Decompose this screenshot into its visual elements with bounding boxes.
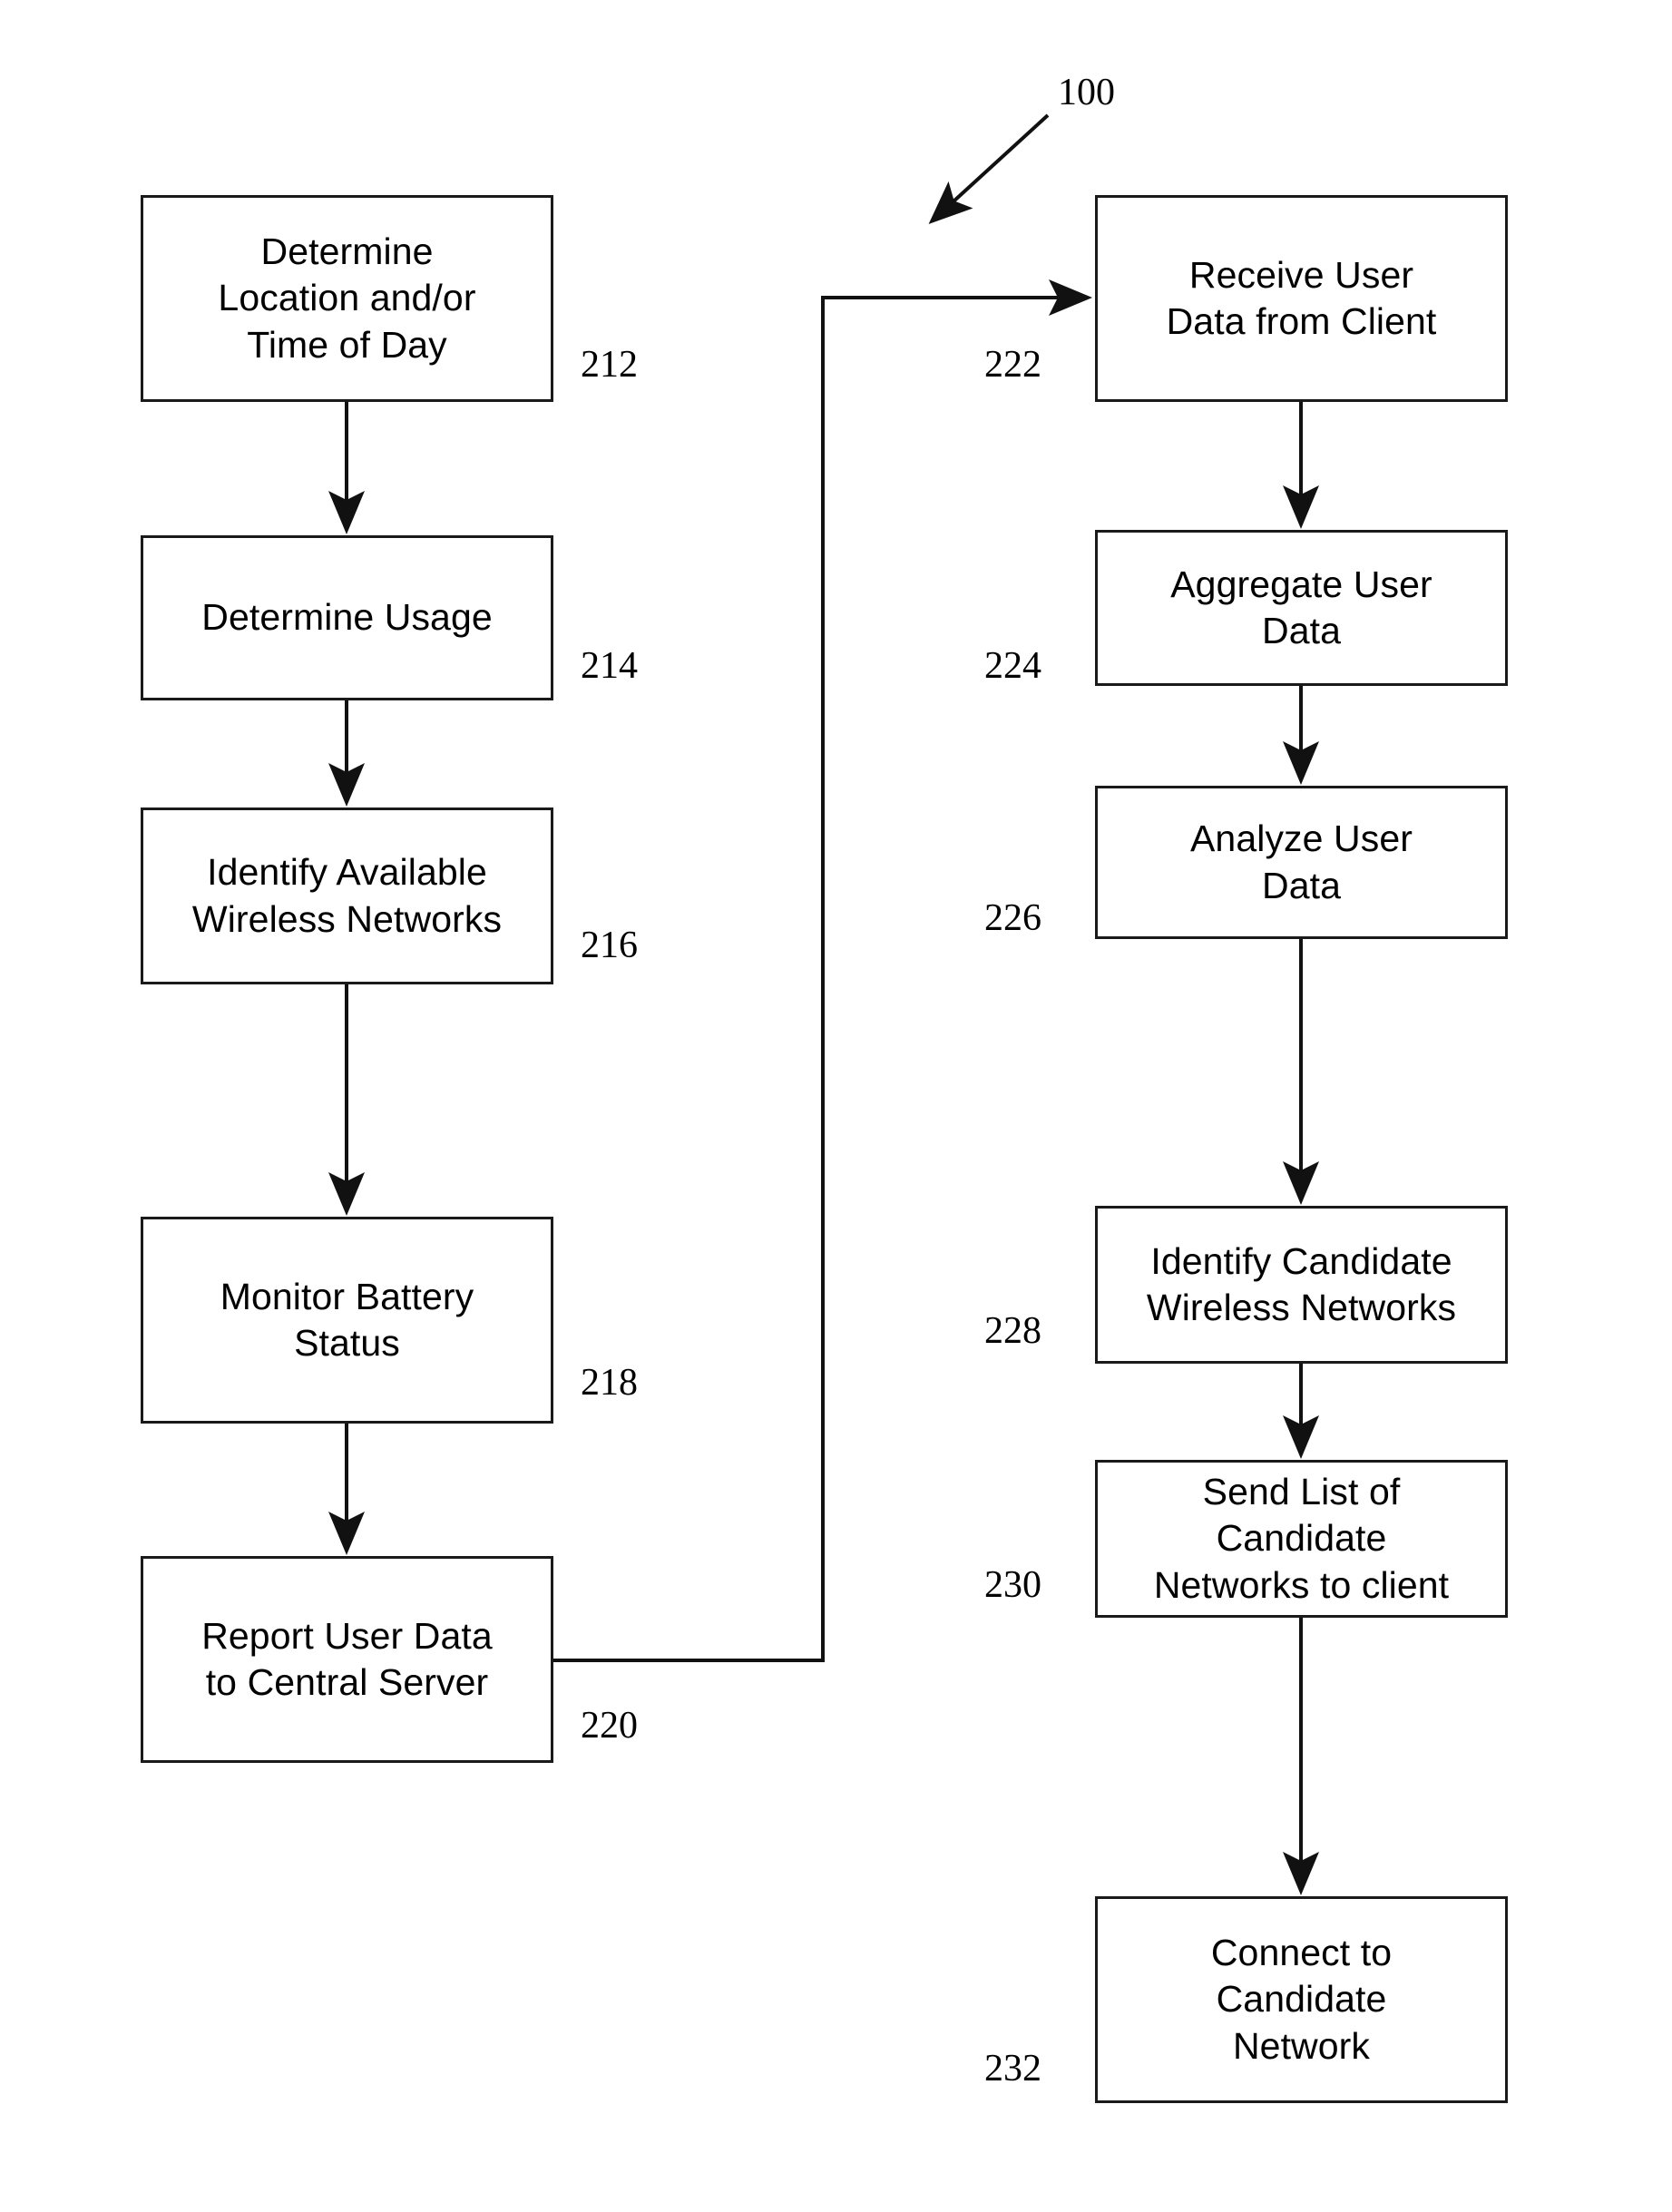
process-box-226-label: Analyze User Data [1189,817,1413,906]
process-box-228-label: Identify Candidate Wireless Networks [1146,1239,1457,1328]
process-box-222[interactable]: Receive User Data from Client [1095,195,1508,402]
reference-numeral-222: 222 [984,344,1041,386]
process-box-226[interactable]: Analyze User Data [1095,786,1508,939]
process-box-224-label: Aggregate User Data [1170,563,1432,651]
connector-220-to-222 [553,279,1092,1662]
reference-numeral-226: 226 [984,897,1041,939]
reference-numeral-232: 232 [984,2048,1041,2090]
process-box-232-label: Connect to Candidate Network [1210,1932,1393,2067]
process-box-216-label: Identify Available Wireless Networks [191,851,503,940]
figure-lead-arrow [928,113,1050,225]
process-box-216[interactable]: Identify Available Wireless Networks [141,807,553,984]
process-box-220[interactable]: Report User Data to Central Server [141,1556,553,1763]
reference-numeral-216: 216 [581,925,638,966]
figure-reference-numeral: 100 [1058,72,1115,113]
reference-numeral-212: 212 [581,344,638,386]
process-box-214[interactable]: Determine Usage [141,535,553,700]
process-box-212-label: Determine Location and/or Time of Day [218,230,476,366]
reference-numeral-224: 224 [984,645,1041,687]
process-box-220-label: Report User Data to Central Server [201,1614,493,1703]
process-box-212[interactable]: Determine Location and/or Time of Day [141,195,553,402]
process-box-214-label: Determine Usage [201,596,493,639]
reference-numeral-214: 214 [581,645,638,687]
process-box-232[interactable]: Connect to Candidate Network [1095,1896,1508,2103]
reference-numeral-230: 230 [984,1564,1041,1606]
process-box-224[interactable]: Aggregate User Data [1095,530,1508,686]
reference-numeral-218: 218 [581,1362,638,1404]
process-box-228[interactable]: Identify Candidate Wireless Networks [1095,1206,1508,1364]
process-box-230[interactable]: Send List of Candidate Networks to clien… [1095,1460,1508,1618]
process-box-230-label: Send List of Candidate Networks to clien… [1153,1471,1450,1606]
process-box-222-label: Receive User Data from Client [1166,253,1437,342]
process-box-218-label: Monitor Battery Status [220,1275,474,1364]
reference-numeral-220: 220 [581,1705,638,1747]
flowchart-canvas: 100 Determine Location and/or Time of Da… [0,0,1672,2212]
process-box-218[interactable]: Monitor Battery Status [141,1217,553,1424]
reference-numeral-228: 228 [984,1310,1041,1352]
